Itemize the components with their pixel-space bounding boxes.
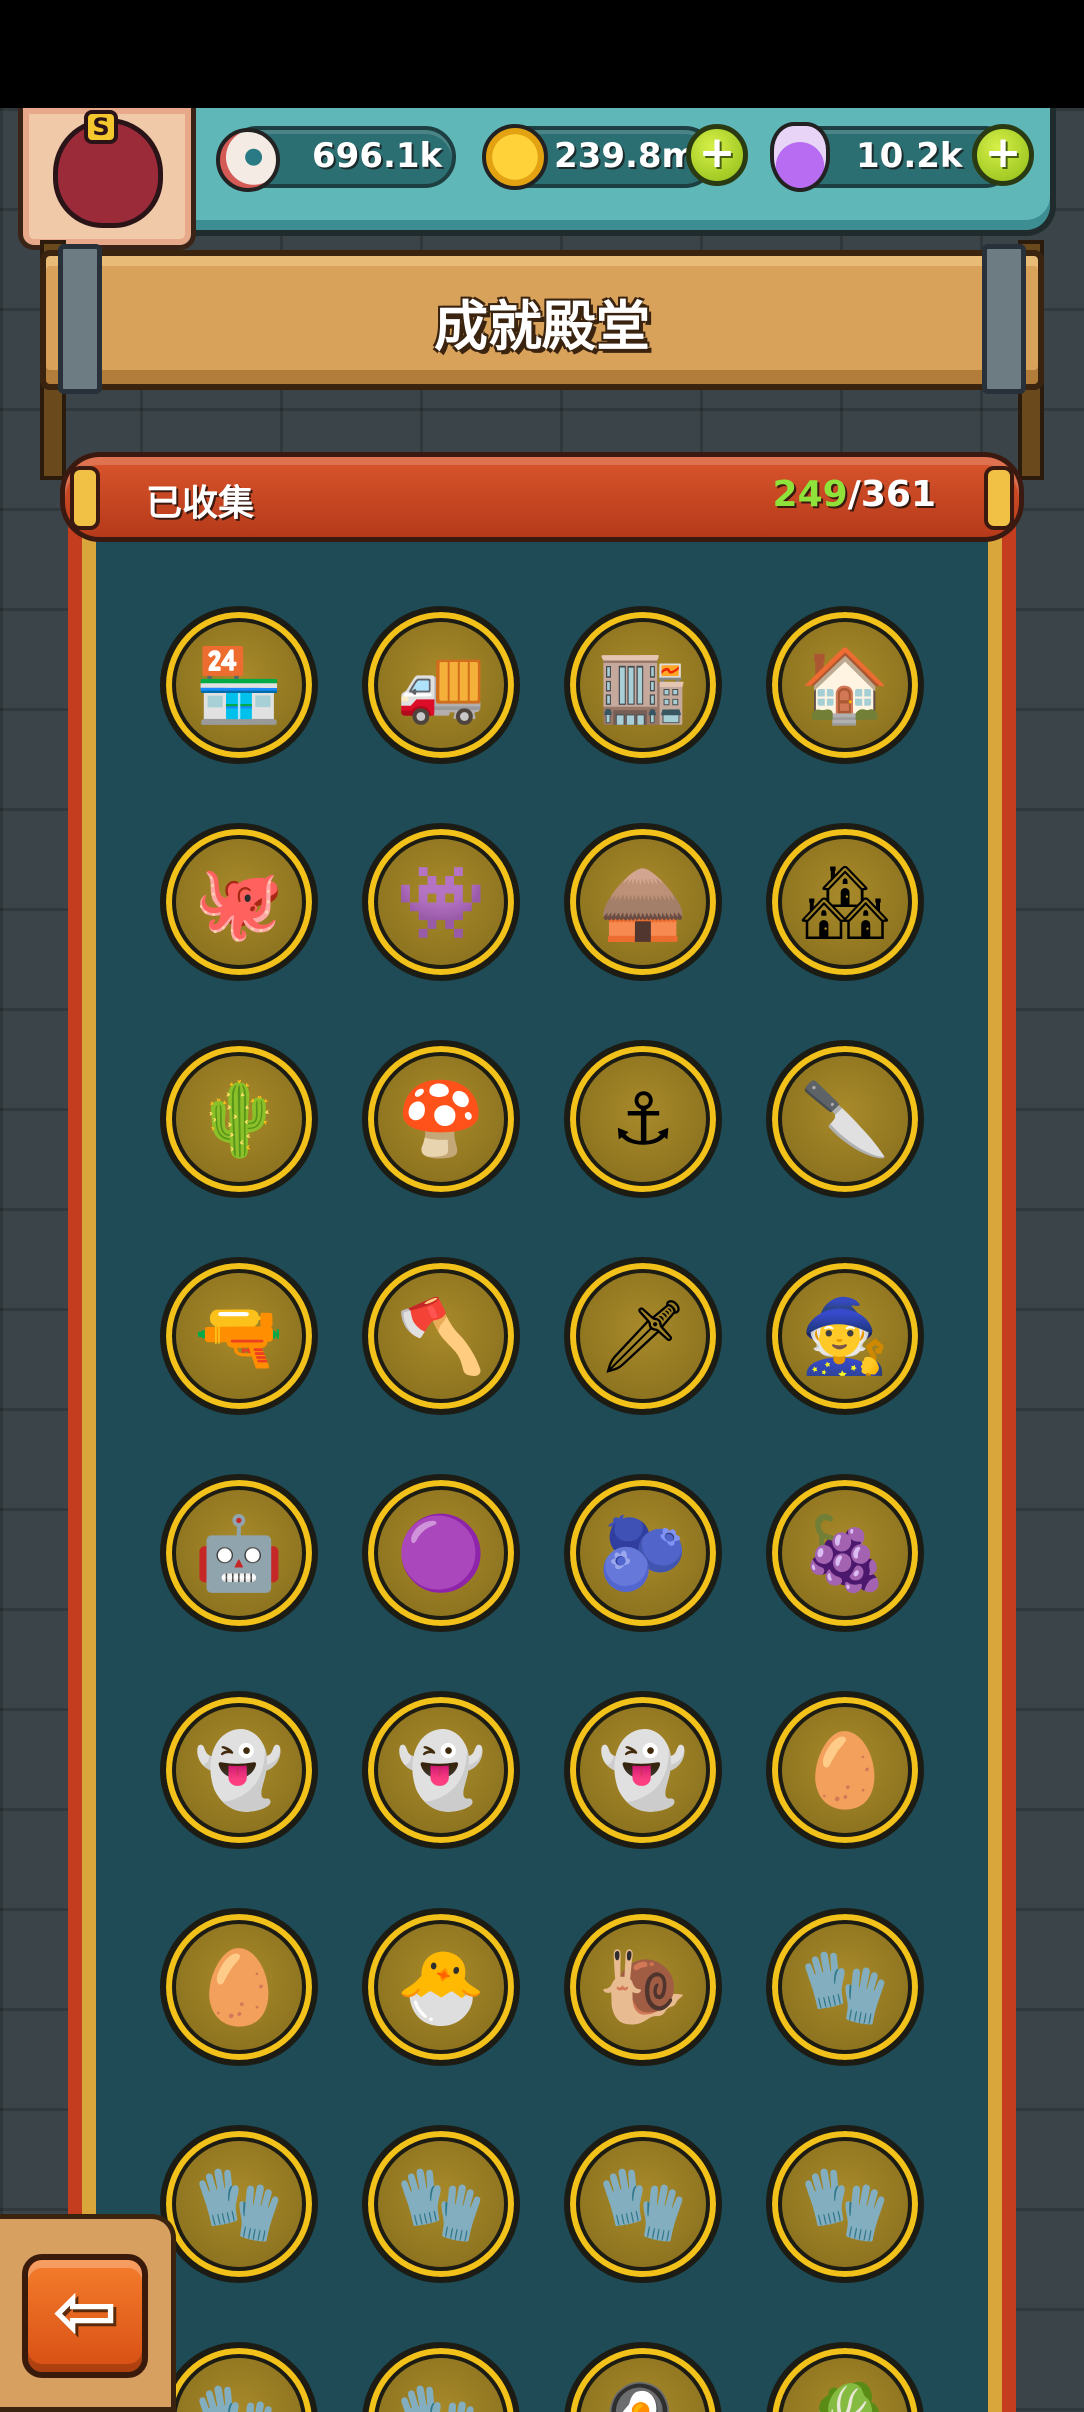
achievement-medal-monster-house-icon[interactable]: 🏠: [766, 606, 924, 764]
achievement-medal-striped-egg-icon[interactable]: 🥚: [766, 1691, 924, 1849]
coin-value: 239.8m: [554, 136, 697, 176]
achievement-medal-blue-glove-icon[interactable]: 🧤: [362, 2125, 520, 2283]
striped-egg-icon: 🥚: [800, 1728, 890, 1812]
achievement-medal-yellow-glove-icon[interactable]: 🧤: [766, 2125, 924, 2283]
green-glove-icon: 🧤: [194, 2162, 284, 2246]
back-button[interactable]: ⇦: [22, 2254, 148, 2378]
achievement-medal-shadow-cleaver-icon[interactable]: 🪓: [362, 1257, 520, 1415]
status-bar: [0, 0, 1084, 108]
achievement-medal-hatching-snail-icon[interactable]: 🐌: [564, 1908, 722, 2066]
village-houses-icon: 🏘: [799, 860, 891, 944]
cactus-skull-icon: 🌵: [194, 1077, 284, 1161]
hatching-monster-icon: 🐣: [396, 1945, 486, 2029]
collected-total: 361: [860, 474, 936, 515]
achievement-medal-cactus-skull-icon[interactable]: 🌵: [160, 1040, 318, 1198]
collected-number: 249: [772, 474, 848, 515]
cracked-egg-icon: 🥚: [194, 1945, 284, 2029]
add-potions-button[interactable]: +: [972, 124, 1034, 186]
robot-soldier-icon: 🤖: [194, 1511, 284, 1595]
food-truck-icon: 🚚: [396, 643, 486, 727]
achievement-medal-tentacle-icon[interactable]: 🐙: [160, 823, 318, 981]
monster-house-icon: 🏠: [800, 643, 890, 727]
purple-glove-icon: 🧤: [598, 2162, 688, 2246]
achievement-medal-shadow-sword-icon[interactable]: 🗡: [564, 1257, 722, 1415]
shadow-pistol-icon: 🔫: [194, 1294, 284, 1378]
blue-glove-icon: 🧤: [396, 2162, 486, 2246]
shadow-sword-icon: 🗡: [597, 1294, 689, 1378]
achievement-medal-purple-slime-triple-icon[interactable]: 🍇: [766, 1474, 924, 1632]
page-title: 成就殿堂: [434, 295, 650, 358]
resource-bar: 696.1k 239.8m + 10.2k +: [150, 108, 1056, 236]
red-glove-icon: 🧤: [194, 2385, 284, 2412]
achievement-medal-purple-slime-icon[interactable]: 🟣: [362, 1474, 520, 1632]
achievement-medal-shadow-knife-icon[interactable]: 🔪: [766, 1040, 924, 1198]
anchor-icon: ⚓: [610, 1077, 676, 1161]
achievement-medal-purple-slime-double-icon[interactable]: 🫐: [564, 1474, 722, 1632]
white-glove-icon: 🧤: [800, 1945, 890, 2029]
achievement-medal-anchor-icon[interactable]: ⚓: [564, 1040, 722, 1198]
salad-icon: 🥬: [800, 2385, 890, 2412]
achievement-medal-ghost-pair-icon[interactable]: 👻: [362, 1691, 520, 1849]
eyeball-dish-icon: 🍳: [598, 2385, 688, 2412]
market-stall-icon: 🏪: [194, 643, 284, 727]
achievement-medal-shadow-wizard-icon[interactable]: 🧙: [766, 1257, 924, 1415]
eyeball-value: 696.1k: [312, 136, 443, 176]
hatching-snail-icon: 🐌: [598, 1945, 688, 2029]
achievement-medal-white-glove-icon[interactable]: 🧤: [766, 1908, 924, 2066]
rod-end-left: [70, 466, 100, 530]
purple-slime-double-icon: 🫐: [598, 1511, 688, 1595]
add-coins-button[interactable]: +: [686, 124, 748, 186]
achievement-medal-green-glove-icon[interactable]: 🧤: [160, 2125, 318, 2283]
achievement-medal-cracked-egg-icon[interactable]: 🥚: [160, 1908, 318, 2066]
achievement-medal-hatching-monster-icon[interactable]: 🐣: [362, 1908, 520, 2066]
shadow-knife-icon: 🔪: [800, 1077, 890, 1161]
rod-end-right: [984, 466, 1014, 530]
ghost-pair-icon: 👻: [396, 1728, 486, 1812]
orange-mushroom-icon: 🍄: [396, 1077, 486, 1161]
collected-count: 249/361: [773, 474, 936, 515]
purple-slime-icon: 🟣: [396, 1511, 486, 1595]
shop-counter-icon: 🏬: [598, 643, 688, 727]
achievement-medal-market-stall-icon[interactable]: 🏪: [160, 606, 318, 764]
shadow-wizard-icon: 🧙: [800, 1294, 890, 1378]
achievement-medal-shadow-pistol-icon[interactable]: 🔫: [160, 1257, 318, 1415]
ghost-icon: 👻: [194, 1728, 284, 1812]
achievement-medal-purple-glove-icon[interactable]: 🧤: [564, 2125, 722, 2283]
achievement-medal-orange-mushroom-icon[interactable]: 🍄: [362, 1040, 520, 1198]
tentacle-icon: 🐙: [194, 860, 284, 944]
achievement-medal-robot-soldier-icon[interactable]: 🤖: [160, 1474, 318, 1632]
eyeball-icon: [216, 128, 280, 192]
potion-value: 10.2k: [856, 136, 963, 176]
achievement-medal-ghost-icon[interactable]: 👻: [160, 1691, 318, 1849]
back-arrow-icon: ⇦: [52, 2267, 118, 2357]
achievement-medal-shop-counter-icon[interactable]: 🏬: [564, 606, 722, 764]
rank-badge: S: [84, 110, 118, 144]
achievement-medal-ghost-group-icon[interactable]: 👻: [564, 1691, 722, 1849]
gold-coin-icon: [482, 124, 548, 190]
achievement-medal-octopus-monster-icon[interactable]: 👾: [362, 823, 520, 981]
wooden-hut-icon: 🛖: [598, 860, 688, 944]
collected-label: 已收集: [146, 483, 255, 524]
octopus-monster-icon: 👾: [396, 860, 486, 944]
achievement-medal-village-houses-icon[interactable]: 🏘: [766, 823, 924, 981]
collected-separator: /: [847, 474, 861, 515]
yellow-glove-icon: 🧤: [800, 2162, 890, 2246]
rainbow-glove-icon: 🧤: [396, 2385, 486, 2412]
ghost-group-icon: 👻: [598, 1728, 688, 1812]
purple-slime-triple-icon: 🍇: [800, 1511, 890, 1595]
purple-potion-icon: [770, 122, 830, 192]
shadow-cleaver-icon: 🪓: [396, 1294, 486, 1378]
achievement-medal-wooden-hut-icon[interactable]: 🛖: [564, 823, 722, 981]
achievement-medal-food-truck-icon[interactable]: 🚚: [362, 606, 520, 764]
